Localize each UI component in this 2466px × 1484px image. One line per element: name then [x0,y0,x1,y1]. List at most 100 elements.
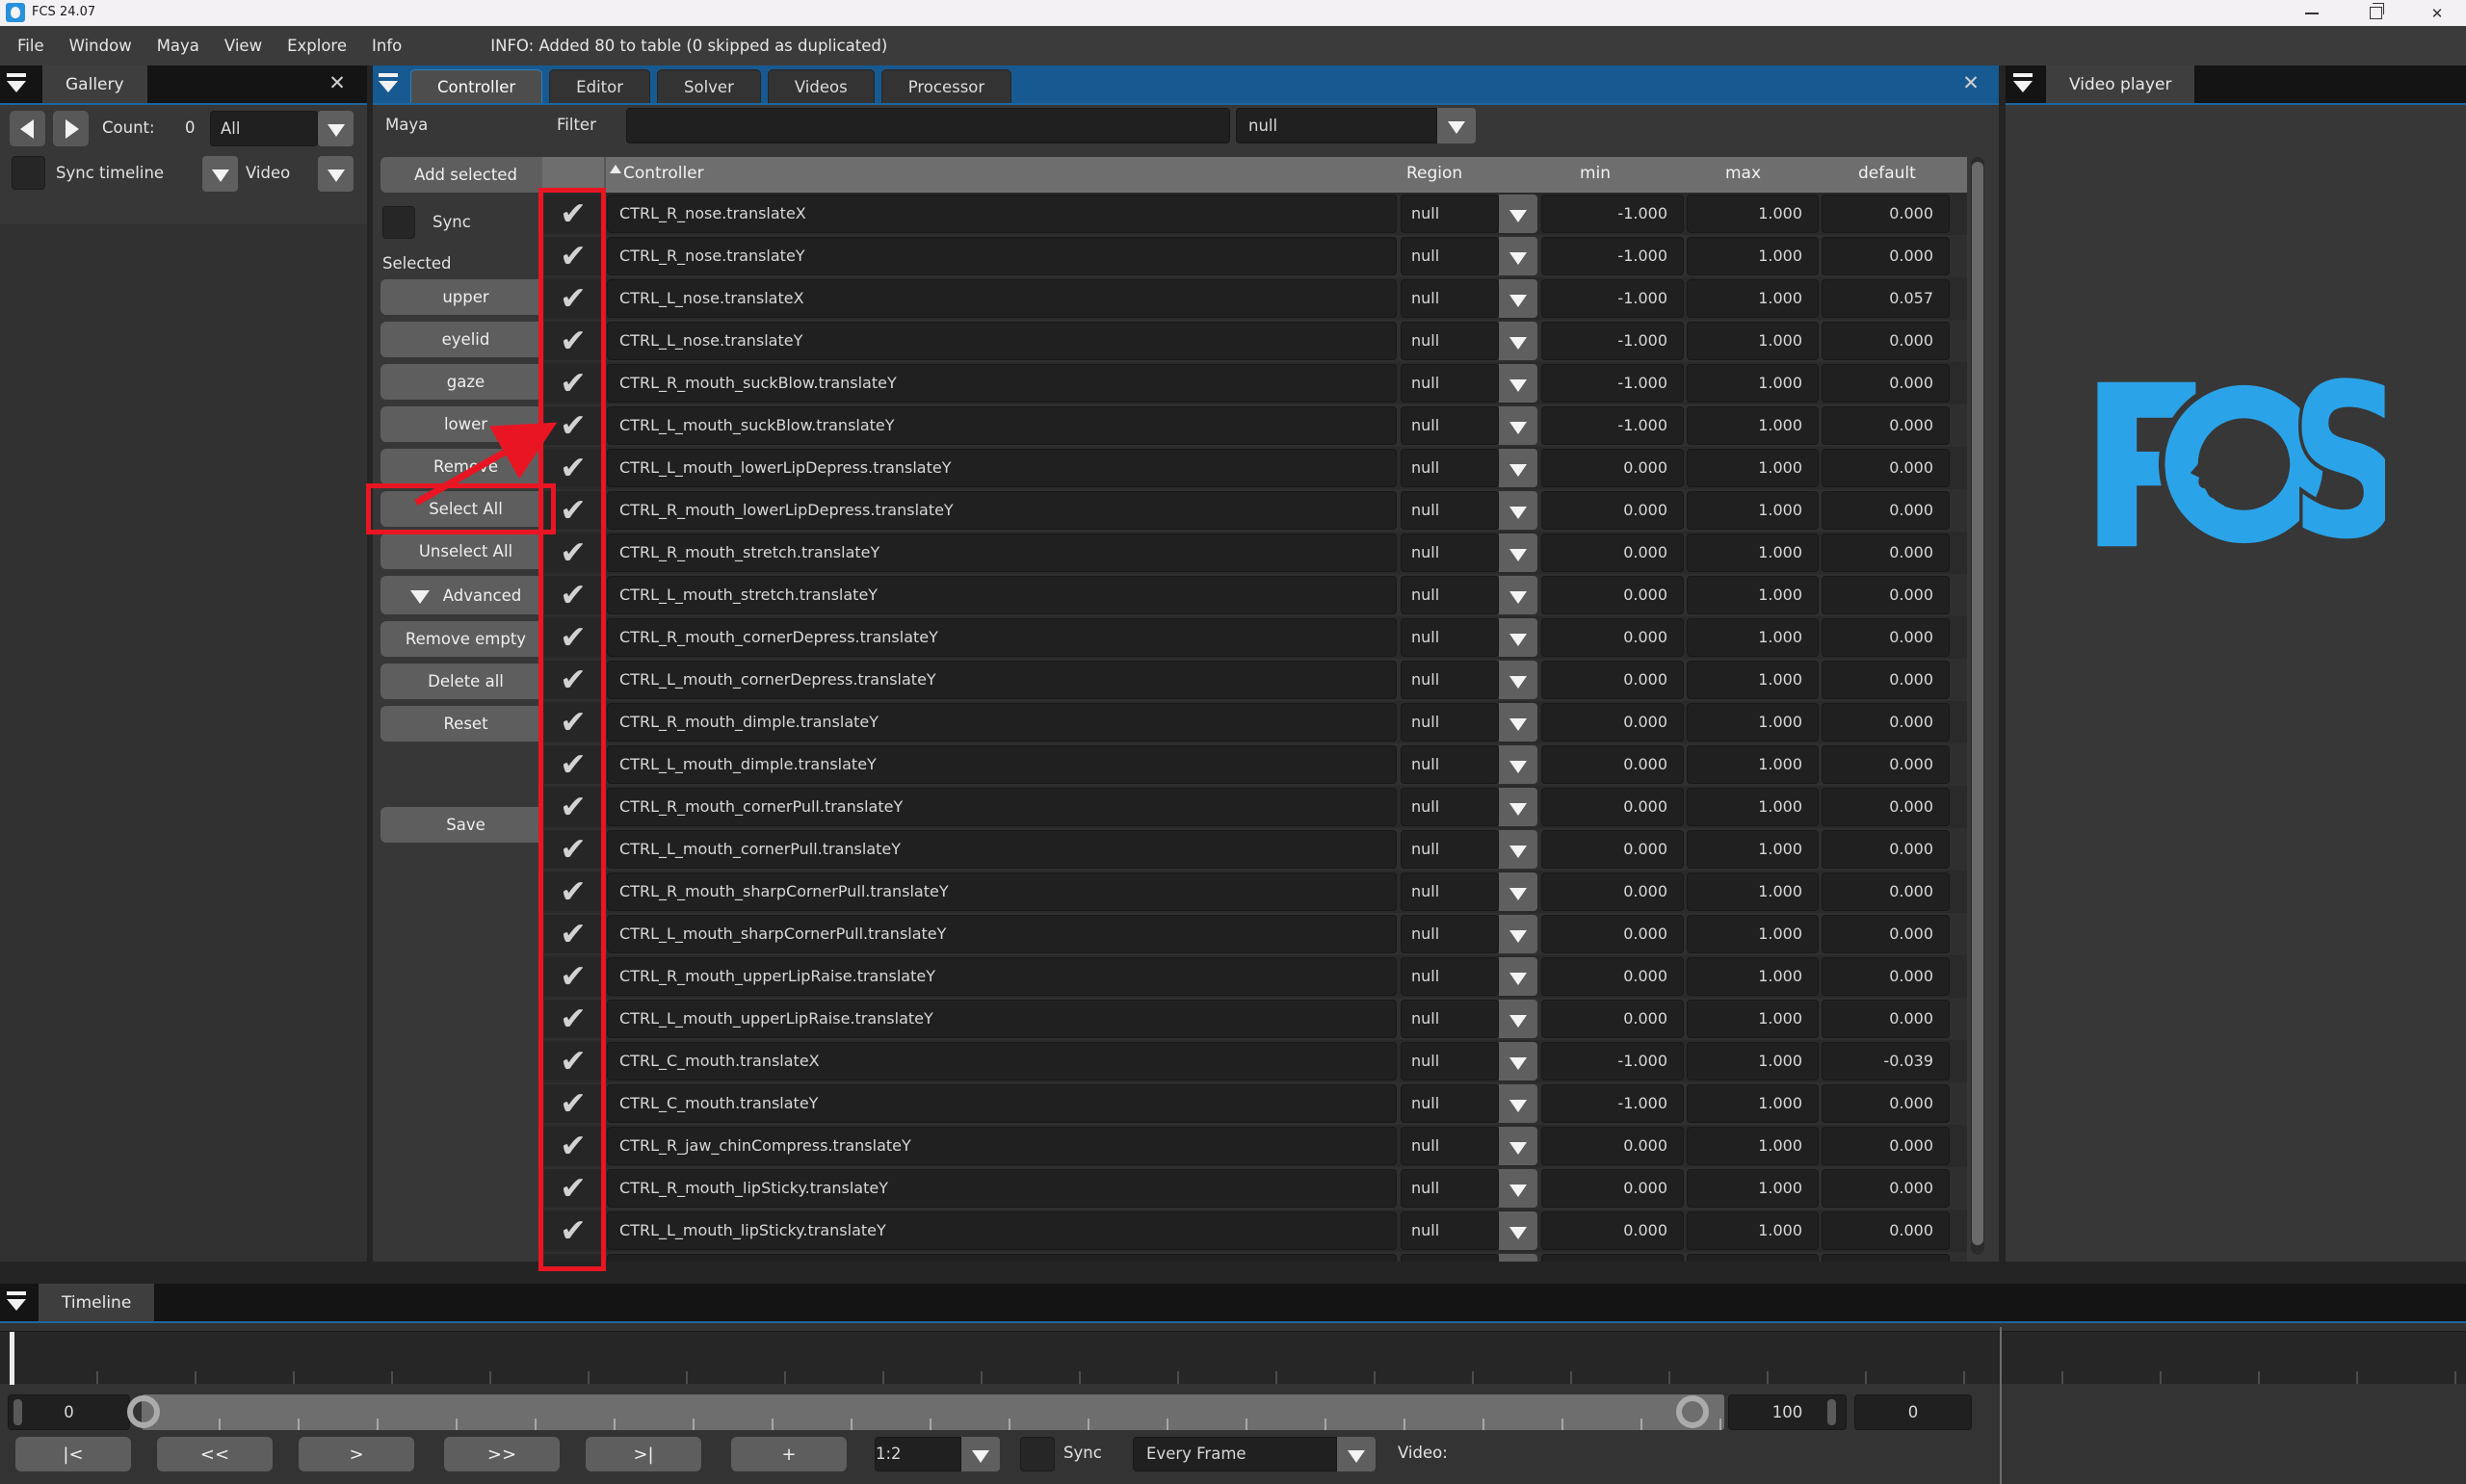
default-cell[interactable]: 0.000 [1822,661,1950,699]
region-cell[interactable]: null [1401,745,1499,784]
region-dropdown-button[interactable] [1499,872,1537,911]
slider-start-handle[interactable] [127,1395,160,1428]
current-frame-input[interactable]: 0 [1854,1394,1972,1430]
row-checkbox[interactable]: ✔ [544,1211,602,1250]
column-header-default[interactable]: default [1858,164,1916,183]
max-cell[interactable]: 1.000 [1687,237,1819,275]
row-checkbox[interactable]: ✔ [544,1084,602,1123]
region-cell[interactable]: null [1401,915,1499,953]
gallery-panel-title[interactable]: Gallery [42,65,147,103]
row-checkbox[interactable]: ✔ [544,491,602,530]
default-cell[interactable] [1822,1254,1950,1262]
timeline-track[interactable] [0,1331,2466,1384]
step-select[interactable]: 1:2 [875,1437,961,1471]
row-checkbox[interactable]: ✔ [544,1000,602,1038]
max-cell[interactable]: 1.000 [1687,788,1819,826]
row-checkbox[interactable]: ✔ [544,237,602,275]
region-cell[interactable]: null [1401,1127,1499,1165]
row-checkbox[interactable]: ✔ [544,534,602,572]
tab-processor[interactable]: Processor [881,69,1011,103]
tab-editor[interactable]: Editor [549,69,650,103]
region-dropdown-button[interactable] [1499,322,1537,360]
range-start-input[interactable]: 0 [8,1394,130,1430]
min-cell[interactable]: 0.000 [1541,618,1684,657]
row-checkbox[interactable]: ✔ [544,1169,602,1208]
region-dropdown-button[interactable] [1499,195,1537,233]
controller-name-cell[interactable]: CTRL_R_mouth_cornerPull.translateY [607,788,1397,826]
min-cell[interactable]: -1.000 [1541,1084,1684,1123]
default-cell[interactable]: 0.000 [1822,237,1950,275]
region-cell[interactable]: null [1401,703,1499,742]
region-cell[interactable]: null [1401,1084,1499,1123]
max-cell[interactable]: 1.000 [1687,1042,1819,1080]
region-dropdown-button[interactable] [1499,915,1537,953]
advanced-button[interactable]: Advanced [380,576,551,614]
region-dropdown-button[interactable] [1499,1127,1537,1165]
min-cell[interactable]: -1.000 [1541,279,1684,318]
row-checkbox[interactable]: ✔ [544,957,602,996]
controller-name-cell[interactable]: CTRL_L_mouth_stretch.translateY [607,576,1397,614]
region-dropdown-button[interactable] [1499,1084,1537,1123]
min-cell[interactable]: 0.000 [1541,745,1684,784]
row-checkbox[interactable]: ✔ [544,872,602,911]
max-cell[interactable]: 1.000 [1687,915,1819,953]
max-cell[interactable]: 1.000 [1687,1211,1819,1250]
min-cell[interactable]: 0.000 [1541,703,1684,742]
region-dropdown-button[interactable] [1499,237,1537,275]
region-dropdown-button[interactable] [1499,449,1537,487]
max-cell[interactable]: 1.000 [1687,195,1819,233]
min-cell[interactable]: 0.000 [1541,534,1684,572]
default-cell[interactable]: 0.000 [1822,618,1950,657]
region-dropdown-button[interactable] [1499,1169,1537,1208]
region-cell[interactable]: null [1401,1211,1499,1250]
row-checkbox[interactable]: ✔ [544,279,602,318]
region-dropdown-button[interactable] [1499,534,1537,572]
controller-name-cell[interactable]: CTRL_R_nose.translateY [607,237,1397,275]
slider-end-handle[interactable] [1676,1395,1709,1428]
max-cell[interactable]: 1.000 [1687,322,1819,360]
upper-button[interactable]: upper [380,279,551,315]
region-cell[interactable]: null [1401,1042,1499,1080]
default-cell[interactable]: 0.000 [1822,534,1950,572]
controller-name-cell[interactable]: CTRL_L_mouth_lowerLipDepress.translateY [607,449,1397,487]
column-header-region[interactable]: Region [1406,164,1462,183]
default-cell[interactable]: 0.000 [1822,745,1950,784]
playhead[interactable] [10,1332,14,1385]
collapse-icon[interactable] [7,72,28,97]
default-cell[interactable]: 0.000 [1822,1127,1950,1165]
min-cell[interactable]: 0.000 [1541,830,1684,869]
row-checkbox[interactable]: ✔ [544,576,602,614]
row-checkbox[interactable]: ✔ [544,788,602,826]
controller-name-cell[interactable]: CTRL_L_mouth_cornerDepress.translateY [607,661,1397,699]
video-dropdown-button[interactable] [318,156,354,192]
tab-videos[interactable]: Videos [768,69,875,103]
default-cell[interactable]: 0.000 [1822,915,1950,953]
controller-name-cell[interactable]: CTRL_R_mouth_stretch.translateY [607,534,1397,572]
min-cell[interactable]: 0.000 [1541,1169,1684,1208]
row-checkbox[interactable]: ✔ [544,915,602,953]
min-cell[interactable]: 0.000 [1541,1211,1684,1250]
row-checkbox[interactable]: ✔ [544,406,602,445]
min-cell[interactable]: 0.000 [1541,1000,1684,1038]
default-cell[interactable]: 0.000 [1822,491,1950,530]
default-cell[interactable]: -0.039 [1822,1042,1950,1080]
row-checkbox[interactable]: ✔ [544,703,602,742]
collapse-icon[interactable] [2013,72,2034,97]
gallery-filter-dropdown-button[interactable] [318,111,354,146]
controller-name-cell[interactable]: CTRL_R_mouth_suckBlow.translateY [607,364,1397,403]
region-dropdown-button[interactable] [1499,491,1537,530]
max-cell[interactable]: 1.000 [1687,279,1819,318]
row-checkbox[interactable]: ✔ [544,618,602,657]
min-cell[interactable]: 0.000 [1541,1127,1684,1165]
controller-name-cell[interactable]: CTRL_L_mouth_dimple.translateY [607,745,1397,784]
default-cell[interactable]: 0.000 [1822,449,1950,487]
save-button[interactable]: Save [380,807,551,843]
controller-name-cell[interactable]: CTRL_C_mouth.translateX [607,1042,1397,1080]
region-cell[interactable]: null [1401,788,1499,826]
row-checkbox[interactable]: ✔ [544,1254,602,1262]
default-cell[interactable]: 0.000 [1822,406,1950,445]
default-cell[interactable]: 0.000 [1822,1084,1950,1123]
table-scrollbar[interactable] [1971,157,1984,1255]
max-cell[interactable]: 1.000 [1687,1127,1819,1165]
video-player-panel-title[interactable]: Video player [2046,65,2194,103]
